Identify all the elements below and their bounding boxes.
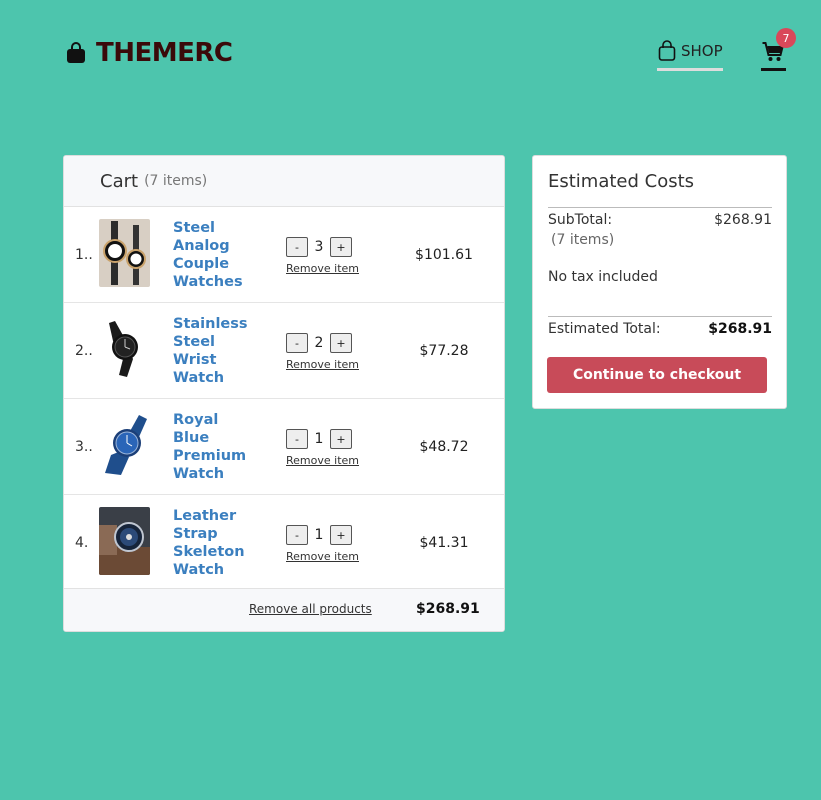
divider — [548, 316, 772, 317]
quantity-value: 3 — [314, 239, 324, 255]
estimated-costs-title: Estimated Costs — [548, 171, 695, 192]
quantity-stepper: - 3 + Remove item — [286, 237, 359, 275]
cart-row: 4. Leather Strap Skeleton Watch - 1 + Re… — [64, 495, 504, 591]
divider — [548, 207, 772, 208]
item-price: $41.31 — [419, 534, 469, 551]
estimated-total-label: Estimated Total: — [548, 321, 661, 337]
remove-item-link[interactable]: Remove item — [286, 550, 359, 563]
brand-name: THEMERC — [96, 38, 233, 68]
product-name-link[interactable]: Stainless Steel Wrist Watch — [173, 315, 253, 387]
brand-logo[interactable]: THEMERC — [66, 38, 233, 68]
cart-row: 2.. Stainless Steel Wrist Watch - 2 + Re… — [64, 303, 504, 399]
cart-title: Cart — [100, 170, 139, 192]
product-thumbnail[interactable] — [99, 507, 150, 575]
decrease-quantity-button[interactable]: - — [286, 333, 308, 353]
row-index: 3.. — [75, 438, 93, 455]
shopping-bag-icon — [67, 42, 85, 63]
quantity-value: 1 — [314, 527, 324, 543]
row-index: 2.. — [75, 342, 93, 359]
cart-count-badge: 7 — [776, 28, 796, 48]
product-thumbnail[interactable] — [99, 315, 150, 383]
row-index: 1.. — [75, 246, 93, 263]
cart-footer: Remove all products $268.91 — [64, 588, 504, 631]
increase-quantity-button[interactable]: + — [330, 237, 352, 257]
subtotal-item-count: (7 items) — [551, 232, 615, 248]
quantity-value: 2 — [314, 335, 324, 351]
quantity-stepper: - 1 + Remove item — [286, 525, 359, 563]
item-price: $77.28 — [419, 342, 469, 359]
nav-shop-label: SHOP — [681, 42, 723, 60]
decrease-quantity-button[interactable]: - — [286, 525, 308, 545]
shopping-bag-outline-icon — [658, 40, 676, 61]
remove-all-products-link[interactable]: Remove all products — [249, 602, 372, 616]
remove-item-link[interactable]: Remove item — [286, 358, 359, 371]
product-thumbnail[interactable] — [99, 219, 150, 287]
increase-quantity-button[interactable]: + — [330, 333, 352, 353]
remove-item-link[interactable]: Remove item — [286, 454, 359, 467]
product-name-link[interactable]: Leather Strap Skeleton Watch — [173, 507, 253, 579]
item-price: $101.61 — [415, 246, 473, 263]
quantity-stepper: - 2 + Remove item — [286, 333, 359, 371]
subtotal-label: SubTotal: — [548, 212, 613, 228]
cart-total: $268.91 — [416, 601, 480, 617]
increase-quantity-button[interactable]: + — [330, 429, 352, 449]
quantity-value: 1 — [314, 431, 324, 447]
nav-shop-link[interactable]: SHOP — [657, 40, 723, 71]
cart-row: 1.. Steel Analog Couple Watches - 3 + Re… — [64, 207, 504, 303]
continue-to-checkout-button[interactable]: Continue to checkout — [547, 357, 767, 393]
increase-quantity-button[interactable]: + — [330, 525, 352, 545]
decrease-quantity-button[interactable]: - — [286, 237, 308, 257]
cart-item-count: (7 items) — [144, 173, 208, 189]
cart-row: 3.. Royal Blue Premium Watch - 1 + Remov… — [64, 399, 504, 495]
product-thumbnail[interactable] — [99, 411, 150, 479]
subtotal-value: $268.91 — [714, 212, 772, 228]
remove-item-link[interactable]: Remove item — [286, 262, 359, 275]
decrease-quantity-button[interactable]: - — [286, 429, 308, 449]
estimated-costs-panel: Estimated Costs SubTotal: (7 items) $268… — [532, 155, 787, 409]
item-price: $48.72 — [419, 438, 469, 455]
product-name-link[interactable]: Royal Blue Premium Watch — [173, 411, 253, 483]
tax-note: No tax included — [548, 269, 658, 285]
cart-header: Cart (7 items) — [64, 156, 504, 207]
product-name-link[interactable]: Steel Analog Couple Watches — [173, 219, 253, 291]
row-index: 4. — [75, 534, 89, 551]
quantity-stepper: - 1 + Remove item — [286, 429, 359, 467]
cart-panel: Cart (7 items) 1.. Steel Analog Couple W… — [63, 155, 505, 632]
estimated-total-value: $268.91 — [708, 321, 772, 337]
